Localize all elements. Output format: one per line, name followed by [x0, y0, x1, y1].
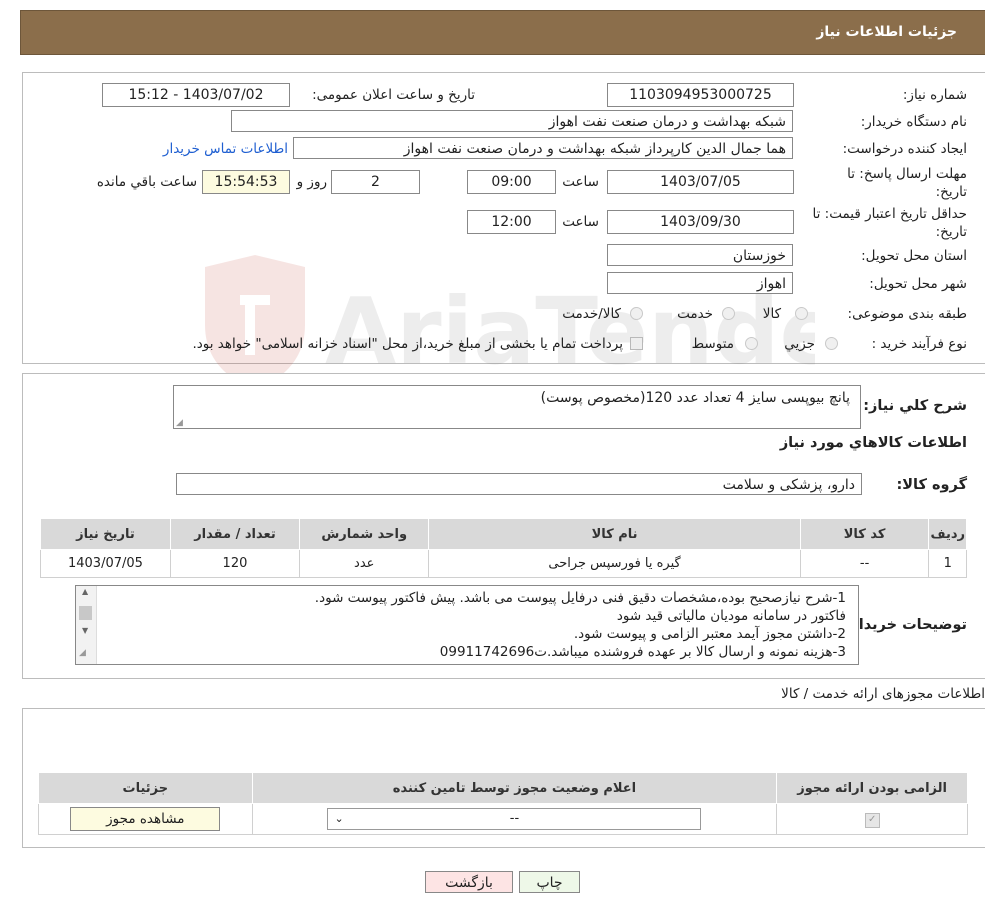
print-button[interactable]: چاپ — [519, 871, 580, 893]
items-table-header: رديف کد کالا نام کالا واحد شمارش تعداد /… — [40, 518, 967, 550]
cell-date: 1403/07/05 — [40, 549, 171, 578]
process-medium-radio[interactable] — [745, 337, 758, 350]
table-row: 1 -- گیره یا فورسپس جراحی عدد 120 1403/0… — [40, 549, 967, 578]
city-field: اهواز — [607, 272, 793, 294]
deadline-label: مهلت ارسال پاسخ: تا — [847, 166, 967, 182]
cell-unit: عدد — [299, 549, 430, 578]
cell-qty: 120 — [169, 549, 301, 578]
buyer-org-field: شبکه بهداشت و درمان صنعت نفت اهواز — [231, 110, 793, 132]
days-label: روز و — [296, 174, 327, 190]
col-details: جزئیات — [38, 772, 253, 804]
back-button[interactable]: بازگشت — [425, 871, 513, 893]
days-field: 2 — [331, 170, 420, 194]
page-title: جزئیات اطلاعات نیاز — [816, 24, 957, 40]
summary-textarea[interactable]: پانچ بیوپسی سایز 4 تعداد عدد 120(مخصوص پ… — [173, 385, 861, 429]
chevron-down-icon[interactable]: ⌄ — [334, 809, 343, 829]
need-number-label: شماره نیاز: — [902, 87, 967, 103]
category-both-label: کالا/خدمت — [562, 306, 621, 322]
process-minor-radio[interactable] — [825, 337, 838, 350]
permit-status-value: -- — [509, 811, 520, 826]
permits-table-header: الزامی بودن ارائه مجوز اعلام وضعیت مجوز … — [38, 772, 968, 804]
col-name: نام کالا — [428, 518, 801, 550]
creator-field: هما جمال الدین کارپرداز شبکه بهداشت و در… — [293, 137, 793, 159]
permit-status-select[interactable]: -- ⌄ — [327, 808, 702, 830]
notes-textarea[interactable]: ▲ ▼ ◢ 1-شرح نیازصحیح بوده،مشخصات دقیق فن… — [75, 585, 859, 665]
city-label: شهر محل تحویل: — [869, 276, 967, 292]
scroll-up-icon[interactable]: ▲ — [82, 587, 88, 596]
province-label: استان محل تحویل: — [861, 248, 967, 264]
notes-label: توضیحات خریدار: — [844, 617, 967, 633]
col-qty: تعداد / مقدار — [169, 518, 301, 550]
col-code: کد کالا — [799, 518, 930, 550]
goods-group-field: دارو، پزشکی و سلامت — [176, 473, 862, 495]
process-label: نوع فرآیند خرید : — [871, 336, 967, 352]
contact-buyer-link[interactable]: اطلاعات تماس خریدار — [163, 141, 288, 157]
category-label: طبقه بندی موضوعی: — [847, 306, 967, 322]
col-required: الزامی بودن ارائه مجوز — [776, 772, 968, 804]
announce-label: تاریخ و ساعت اعلان عمومی: — [312, 87, 475, 103]
category-both-radio[interactable] — [630, 307, 643, 320]
deadline-label-date: تاریخ: — [935, 184, 967, 200]
permits-title: اطلاعات مجوزهای ارائه خدمت / کالا — [781, 686, 985, 702]
scroll-thumb[interactable] — [79, 606, 92, 620]
col-row: رديف — [928, 518, 967, 550]
col-unit: واحد شمارش — [299, 518, 430, 550]
category-goods-radio[interactable] — [795, 307, 808, 320]
remaining-time-field: 15:54:53 — [202, 170, 290, 194]
cell-name: گیره یا فورسپس جراحی — [428, 549, 801, 578]
validity-label-date: تاریخ: — [935, 224, 967, 240]
validity-time-field: 12:00 — [467, 210, 556, 234]
col-date: تاریخ نیاز — [40, 518, 171, 550]
validity-time-label: ساعت — [562, 214, 599, 230]
resize-handle-icon[interactable]: ◢ — [79, 648, 86, 658]
goods-section-title: اطلاعات كالاهاي مورد نياز — [779, 435, 967, 451]
need-number-field: 1103094953000725 — [607, 83, 794, 107]
process-medium-label: متوسط — [691, 336, 734, 352]
notes-line-1: 1-شرح نیازصحیح بوده،مشخصات دقیق فنی درفا… — [314, 590, 846, 606]
summary-label: شرح كلي نياز: — [863, 398, 967, 414]
col-status: اعلام وضعیت مجوز توسط تامین کننده — [251, 772, 778, 804]
creator-label: ایجاد کننده درخواست: — [842, 141, 967, 157]
deadline-time-label: ساعت — [562, 174, 599, 190]
scroll-down-icon[interactable]: ▼ — [82, 626, 88, 635]
validity-label: حداقل تاریخ اعتبار قیمت: تا — [812, 206, 967, 222]
goods-group-label: گروه کالا: — [896, 477, 967, 493]
notes-line-3: 2-داشتن مجوز آیمد معتبر الزامی و پیوست ش… — [573, 626, 846, 642]
resize-handle-icon[interactable]: ◢ — [176, 418, 183, 428]
items-table: رديف کد کالا نام کالا واحد شمارش تعداد /… — [40, 518, 967, 578]
process-minor-label: جزیي — [784, 336, 815, 352]
cell-code: -- — [799, 549, 930, 578]
notes-scrollbar[interactable]: ▲ ▼ ◢ — [76, 586, 97, 664]
category-service-radio[interactable] — [722, 307, 735, 320]
page-header: جزئیات اطلاعات نیاز — [20, 10, 985, 55]
category-goods-label: کالا — [762, 306, 781, 322]
summary-text: پانچ بیوپسی سایز 4 تعداد عدد 120(مخصوص پ… — [540, 390, 850, 406]
validity-date-field: 1403/09/30 — [607, 210, 794, 234]
notes-line-2: فاکتور در سامانه مودیان مالیاتی قید شود — [616, 608, 846, 624]
permits-table: الزامی بودن ارائه مجوز اعلام وضعیت مجوز … — [38, 772, 968, 835]
category-service-label: خدمت — [677, 306, 713, 322]
notes-line-4: 3-هزینه نمونه و ارسال کالا بر عهده فروشن… — [439, 644, 846, 660]
treasury-checkbox[interactable] — [630, 337, 643, 350]
cell-row: 1 — [928, 549, 967, 578]
province-field: خوزستان — [607, 244, 793, 266]
required-checkbox[interactable]: ✓ — [864, 812, 880, 828]
announce-field: 1403/07/02 - 15:12 — [102, 83, 290, 107]
buyer-org-label: نام دستگاه خریدار: — [860, 114, 967, 130]
table-row: ✓ -- ⌄ مشاهده مجوز — [38, 803, 968, 835]
deadline-time-field: 09:00 — [467, 170, 556, 194]
remaining-label: ساعت باقي مانده — [96, 174, 197, 190]
process-note: پرداخت تمام یا بخشی از مبلغ خرید،از محل … — [192, 336, 623, 352]
deadline-date-field: 1403/07/05 — [607, 170, 794, 194]
view-permit-button[interactable]: مشاهده مجوز — [70, 807, 221, 831]
